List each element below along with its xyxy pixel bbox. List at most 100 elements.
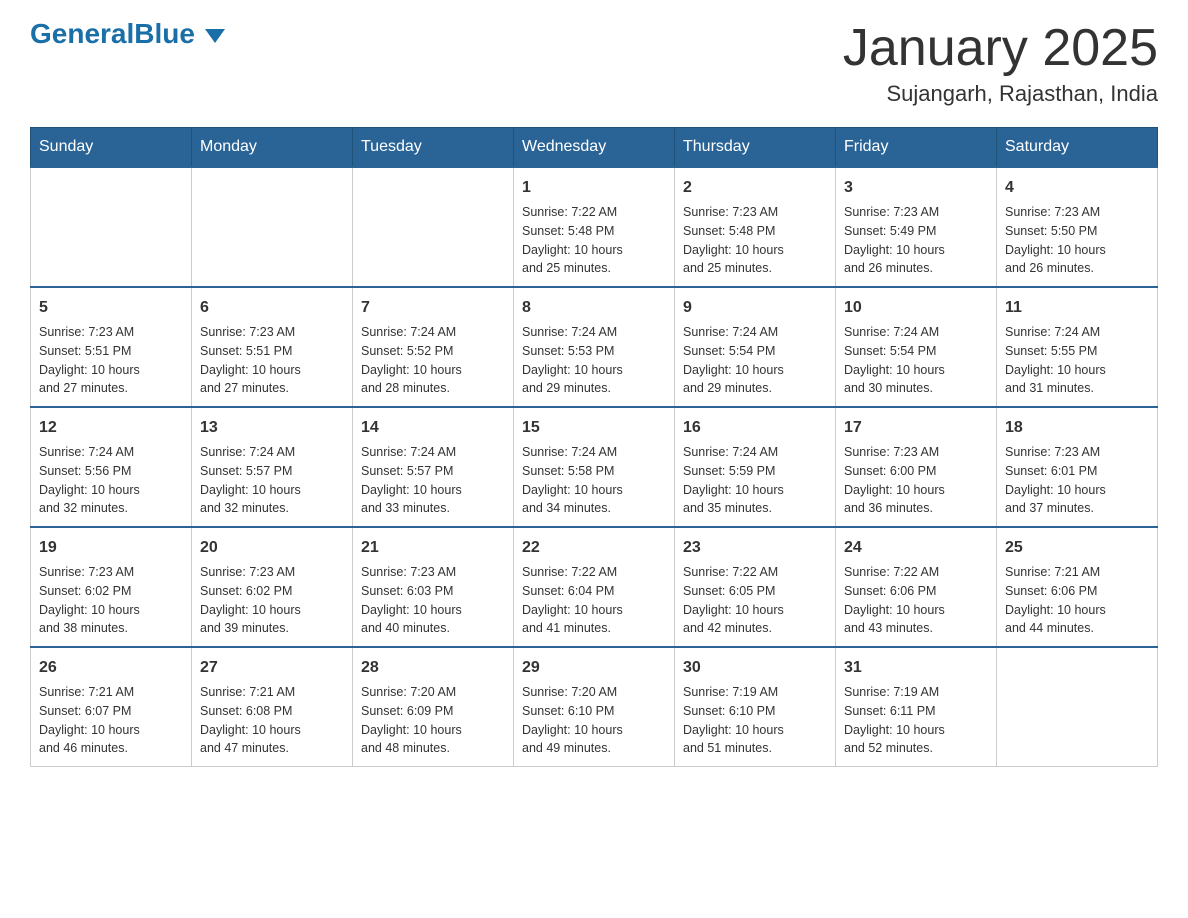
day-number: 23 xyxy=(683,536,827,560)
day-info: Sunrise: 7:24 AMSunset: 5:55 PMDaylight:… xyxy=(1005,323,1149,398)
calendar-cell: 7 Sunrise: 7:24 AMSunset: 5:52 PMDaylight… xyxy=(353,287,514,407)
calendar-cell: 6Sunrise: 7:23 AMSunset: 5:51 PMDaylight… xyxy=(192,287,353,407)
col-header-friday: Friday xyxy=(836,128,997,168)
day-info: Sunrise: 7:20 AMSunset: 6:09 PMDaylight:… xyxy=(361,683,505,758)
day-info: Sunrise: 7:23 AMSunset: 6:00 PMDaylight:… xyxy=(844,443,988,518)
day-info: Sunrise: 7:24 AMSunset: 5:54 PMDaylight:… xyxy=(844,323,988,398)
col-header-saturday: Saturday xyxy=(997,128,1158,168)
day-info: Sunrise: 7:24 AMSunset: 5:58 PMDaylight:… xyxy=(522,443,666,518)
day-info: Sunrise: 7:20 AMSunset: 6:10 PMDaylight:… xyxy=(522,683,666,758)
calendar-cell: 29Sunrise: 7:20 AMSunset: 6:10 PMDayligh… xyxy=(514,647,675,767)
calendar-cell: 28 Sunrise: 7:20 AMSunset: 6:09 PMDayligh… xyxy=(353,647,514,767)
day-info: Sunrise: 7:19 AMSunset: 6:10 PMDaylight:… xyxy=(683,683,827,758)
calendar-cell: 24 Sunrise: 7:22 AMSunset: 6:06 PMDayligh… xyxy=(836,527,997,647)
day-info: Sunrise: 7:23 AMSunset: 5:50 PMDaylight:… xyxy=(1005,203,1149,278)
day-info: Sunrise: 7:23 AMSunset: 5:48 PMDaylight:… xyxy=(683,203,827,278)
day-number: 4 xyxy=(1005,176,1149,200)
calendar-cell: 30 Sunrise: 7:19 AMSunset: 6:10 PMDayligh… xyxy=(675,647,836,767)
day-number: 21 xyxy=(361,536,505,560)
day-info: Sunrise: 7:22 AMSunset: 6:05 PMDaylight:… xyxy=(683,563,827,638)
page-header: GeneralBlue January 2025 Sujangarh, Raja… xyxy=(30,20,1158,107)
logo-arrow-inline xyxy=(205,29,225,43)
day-info: Sunrise: 7:19 AMSunset: 6:11 PMDaylight:… xyxy=(844,683,988,758)
logo-text: GeneralBlue xyxy=(30,20,225,48)
calendar-cell: 13 Sunrise: 7:24 AMSunset: 5:57 PMDayligh… xyxy=(192,407,353,527)
day-info: Sunrise: 7:24 AMSunset: 5:57 PMDaylight:… xyxy=(200,443,344,518)
day-info: Sunrise: 7:24 AMSunset: 5:52 PMDaylight:… xyxy=(361,323,505,398)
calendar-cell: 17 Sunrise: 7:23 AMSunset: 6:00 PMDayligh… xyxy=(836,407,997,527)
day-number: 3 xyxy=(844,176,988,200)
day-number: 25 xyxy=(1005,536,1149,560)
day-info: Sunrise: 7:23 AMSunset: 6:03 PMDaylight:… xyxy=(361,563,505,638)
day-number: 28 xyxy=(361,656,505,680)
location-text: Sujangarh, Rajasthan, India xyxy=(843,81,1158,107)
calendar-cell: 15 Sunrise: 7:24 AMSunset: 5:58 PMDayligh… xyxy=(514,407,675,527)
calendar-cell: 16Sunrise: 7:24 AMSunset: 5:59 PMDayligh… xyxy=(675,407,836,527)
calendar-cell: 5 Sunrise: 7:23 AMSunset: 5:51 PMDaylight… xyxy=(31,287,192,407)
col-header-sunday: Sunday xyxy=(31,128,192,168)
day-number: 1 xyxy=(522,176,666,200)
col-header-tuesday: Tuesday xyxy=(353,128,514,168)
calendar-cell: 27 Sunrise: 7:21 AMSunset: 6:08 PMDayligh… xyxy=(192,647,353,767)
day-number: 22 xyxy=(522,536,666,560)
day-number: 16 xyxy=(683,416,827,440)
col-header-monday: Monday xyxy=(192,128,353,168)
day-number: 24 xyxy=(844,536,988,560)
day-number: 26 xyxy=(39,656,183,680)
week-row-2: 5 Sunrise: 7:23 AMSunset: 5:51 PMDaylight… xyxy=(31,287,1158,407)
day-info: Sunrise: 7:23 AMSunset: 5:49 PMDaylight:… xyxy=(844,203,988,278)
calendar-cell: 23 Sunrise: 7:22 AMSunset: 6:05 PMDayligh… xyxy=(675,527,836,647)
calendar-cell: 4 Sunrise: 7:23 AMSunset: 5:50 PMDaylight… xyxy=(997,167,1158,287)
calendar-cell: 2 Sunrise: 7:23 AMSunset: 5:48 PMDaylight… xyxy=(675,167,836,287)
day-number: 10 xyxy=(844,296,988,320)
calendar-cell: 26 Sunrise: 7:21 AMSunset: 6:07 PMDayligh… xyxy=(31,647,192,767)
day-info: Sunrise: 7:21 AMSunset: 6:08 PMDaylight:… xyxy=(200,683,344,758)
logo: GeneralBlue xyxy=(30,20,225,48)
day-number: 17 xyxy=(844,416,988,440)
calendar-cell: 20Sunrise: 7:23 AMSunset: 6:02 PMDayligh… xyxy=(192,527,353,647)
day-number: 30 xyxy=(683,656,827,680)
col-header-wednesday: Wednesday xyxy=(514,128,675,168)
day-info: Sunrise: 7:23 AMSunset: 6:01 PMDaylight:… xyxy=(1005,443,1149,518)
day-number: 14 xyxy=(361,416,505,440)
day-info: Sunrise: 7:23 AMSunset: 6:02 PMDaylight:… xyxy=(200,563,344,638)
day-info: Sunrise: 7:21 AMSunset: 6:07 PMDaylight:… xyxy=(39,683,183,758)
week-row-4: 19Sunrise: 7:23 AMSunset: 6:02 PMDayligh… xyxy=(31,527,1158,647)
day-number: 31 xyxy=(844,656,988,680)
day-info: Sunrise: 7:24 AMSunset: 5:56 PMDaylight:… xyxy=(39,443,183,518)
day-info: Sunrise: 7:24 AMSunset: 5:54 PMDaylight:… xyxy=(683,323,827,398)
calendar-cell xyxy=(31,167,192,287)
logo-blue: Blue xyxy=(134,18,195,49)
day-info: Sunrise: 7:22 AMSunset: 6:06 PMDaylight:… xyxy=(844,563,988,638)
day-number: 6 xyxy=(200,296,344,320)
calendar-cell: 19Sunrise: 7:23 AMSunset: 6:02 PMDayligh… xyxy=(31,527,192,647)
calendar-cell: 10 Sunrise: 7:24 AMSunset: 5:54 PMDayligh… xyxy=(836,287,997,407)
calendar-cell: 12 Sunrise: 7:24 AMSunset: 5:56 PMDayligh… xyxy=(31,407,192,527)
day-info: Sunrise: 7:23 AMSunset: 5:51 PMDaylight:… xyxy=(39,323,183,398)
calendar-cell: 25Sunrise: 7:21 AMSunset: 6:06 PMDayligh… xyxy=(997,527,1158,647)
calendar-cell: 31 Sunrise: 7:19 AMSunset: 6:11 PMDayligh… xyxy=(836,647,997,767)
col-header-thursday: Thursday xyxy=(675,128,836,168)
day-number: 27 xyxy=(200,656,344,680)
day-number: 5 xyxy=(39,296,183,320)
week-row-3: 12 Sunrise: 7:24 AMSunset: 5:56 PMDayligh… xyxy=(31,407,1158,527)
calendar-table: SundayMondayTuesdayWednesdayThursdayFrid… xyxy=(30,127,1158,767)
calendar-cell xyxy=(997,647,1158,767)
day-number: 9 xyxy=(683,296,827,320)
day-number: 7 xyxy=(361,296,505,320)
day-info: Sunrise: 7:23 AMSunset: 6:02 PMDaylight:… xyxy=(39,563,183,638)
calendar-cell: 18 Sunrise: 7:23 AMSunset: 6:01 PMDayligh… xyxy=(997,407,1158,527)
day-number: 18 xyxy=(1005,416,1149,440)
day-info: Sunrise: 7:22 AMSunset: 5:48 PMDaylight:… xyxy=(522,203,666,278)
calendar-cell: 21 Sunrise: 7:23 AMSunset: 6:03 PMDayligh… xyxy=(353,527,514,647)
day-number: 13 xyxy=(200,416,344,440)
day-number: 12 xyxy=(39,416,183,440)
logo-general: General xyxy=(30,18,134,49)
calendar-cell xyxy=(353,167,514,287)
day-number: 2 xyxy=(683,176,827,200)
day-number: 11 xyxy=(1005,296,1149,320)
calendar-cell: 1 Sunrise: 7:22 AMSunset: 5:48 PMDaylight… xyxy=(514,167,675,287)
day-number: 8 xyxy=(522,296,666,320)
day-number: 15 xyxy=(522,416,666,440)
day-info: Sunrise: 7:22 AMSunset: 6:04 PMDaylight:… xyxy=(522,563,666,638)
